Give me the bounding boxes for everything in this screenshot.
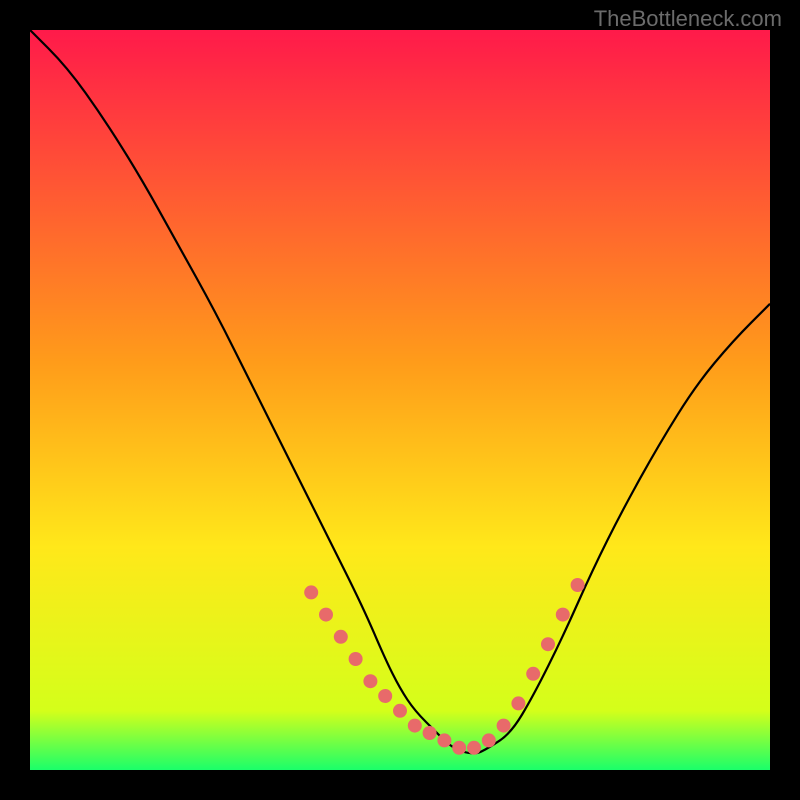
highlight-dot [556,608,570,622]
highlight-dot [408,719,422,733]
highlight-dot [437,733,451,747]
chart-svg [30,30,770,770]
highlight-dot [467,741,481,755]
chart-plot-area [30,30,770,770]
chart-background [30,30,770,770]
highlight-dot [571,578,585,592]
highlight-dot [334,630,348,644]
highlight-dot [304,585,318,599]
highlight-dot [378,689,392,703]
highlight-dot [349,652,363,666]
highlight-dot [452,741,466,755]
highlight-dot [319,608,333,622]
highlight-dot [423,726,437,740]
highlight-dot [497,719,511,733]
highlight-dot [393,704,407,718]
highlight-dot [482,733,496,747]
highlight-dot [511,696,525,710]
highlight-dot [526,667,540,681]
watermark: TheBottleneck.com [594,6,782,32]
highlight-dot [363,674,377,688]
highlight-dot [541,637,555,651]
